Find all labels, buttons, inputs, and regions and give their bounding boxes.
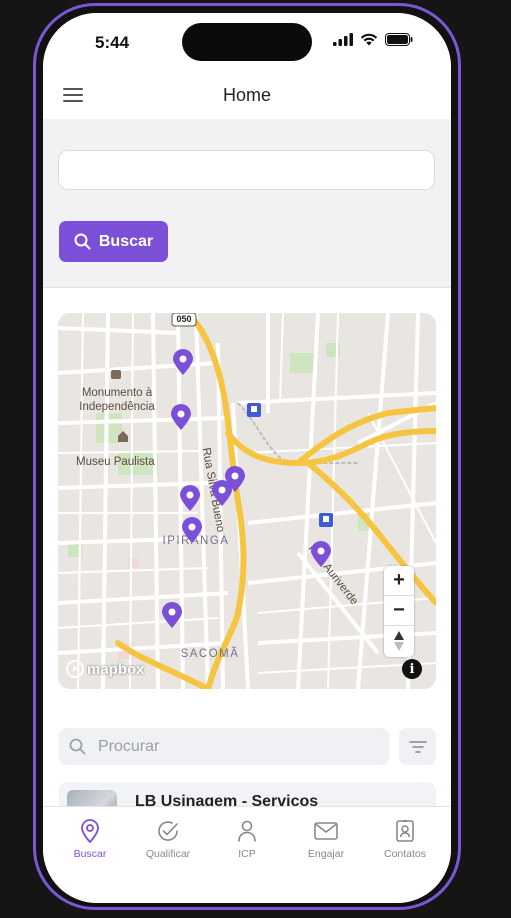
tab-contatos[interactable]: Contatos [369,819,441,860]
mail-icon [314,822,338,840]
map-zoom-controls: + − [384,566,414,657]
search-section: Buscar [43,119,451,288]
map-label-sacoma: SACOMÃ [180,648,240,660]
map-label-road-shield: 050 [176,314,192,324]
zoom-out-button[interactable]: − [384,596,414,626]
contact-card-icon [396,820,414,842]
buscar-button-label: Buscar [98,232,154,250]
map-label-museu: Museu Paulista [76,456,155,468]
dynamic-island [182,23,312,61]
tab-buscar[interactable]: Buscar [54,819,126,860]
search-icon [74,233,91,250]
map-marker[interactable] [311,541,331,567]
tab-bar: Buscar Qualificar ICP Engajar Contatos [43,806,451,903]
map-section: 050 Monumento à Independência Museu Paul… [43,288,451,718]
map-marker[interactable] [212,480,232,506]
map-pin-icon [81,819,99,843]
map-marker[interactable] [162,602,182,628]
zoom-in-button[interactable]: + [384,566,414,596]
search-icon [69,738,86,755]
app-header: Home [43,73,451,119]
mapbox-wordmark: mapbox [87,660,145,678]
tab-qualificar[interactable]: Qualificar [132,819,204,860]
map-marker[interactable] [182,517,202,543]
status-icons [333,33,413,46]
status-bar: 5:44 [43,13,451,73]
tab-label: Buscar [73,848,107,860]
app-screen: 5:44 Home Buscar 050 Monumento à Indepen… [43,13,451,903]
tab-label: Qualificar [145,848,191,860]
mapbox-logo: mapbox [66,660,145,678]
results-list: LB Usinagem - Serviços [43,718,451,822]
mapbox-icon [66,660,84,678]
tab-label: ICP [238,848,256,860]
map-label-monumento: Monumento à Independência [79,387,155,413]
tab-label: Contatos [383,848,427,860]
battery-icon [385,33,413,46]
filter-icon [408,740,427,753]
procurar-input[interactable] [96,736,370,757]
wifi-icon [360,33,378,46]
map-base [58,313,436,689]
user-icon [238,820,256,842]
search-input[interactable] [58,150,435,190]
compass-icon [394,631,404,651]
compass-button[interactable] [384,626,414,656]
map-marker[interactable] [180,485,200,511]
map-marker[interactable] [171,404,191,430]
page-title: Home [222,85,271,105]
procurar-field[interactable] [59,728,389,765]
check-circle-icon [158,821,178,841]
tab-icp[interactable]: ICP [211,819,283,860]
map-view[interactable]: 050 Monumento à Independência Museu Paul… [58,313,436,689]
map-marker[interactable] [173,349,193,375]
tab-engajar[interactable]: Engajar [290,819,362,860]
signal-icon [333,33,353,46]
status-time: 5:44 [95,33,130,52]
buscar-button[interactable]: Buscar [59,221,168,262]
map-info-button[interactable]: i [402,659,422,679]
filter-button[interactable] [399,728,436,765]
tab-label: Engajar [307,848,345,860]
